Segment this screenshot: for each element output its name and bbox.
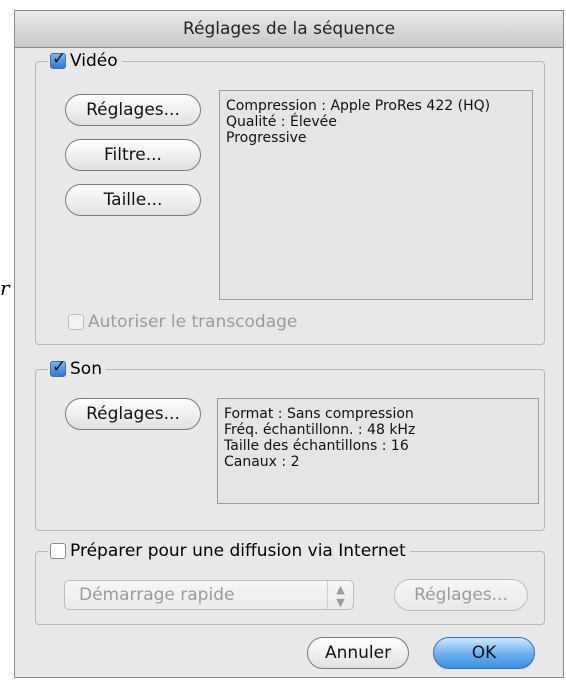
audio-info-line: Taille des échantillons : 16 — [224, 438, 409, 454]
internet-legend[interactable]: Préparer pour une diffusion via Internet — [48, 538, 410, 564]
internet-settings-button[interactable]: Réglages... — [394, 579, 528, 611]
up-down-arrows-icon: ▲ ▼ — [327, 581, 353, 609]
video-info-line: Compression : Apple ProRes 422 (HQ) — [226, 98, 491, 114]
video-filter-button[interactable]: Filtre... — [65, 139, 201, 171]
audio-info-line: Fréq. échantillonn. : 48 kHz — [224, 422, 416, 438]
margin-glyph: r — [0, 276, 10, 300]
video-checkbox[interactable] — [50, 49, 66, 69]
video-info-line: Progressive — [226, 130, 307, 146]
ok-button[interactable]: OK — [433, 637, 535, 669]
video-info-line: Qualité : Élevée — [226, 114, 337, 130]
cancel-button[interactable]: Annuler — [307, 637, 409, 669]
video-info-box: Compression : Apple ProRes 422 (HQ) Qual… — [219, 90, 533, 300]
dialog-title: Réglages de la séquence — [15, 11, 563, 48]
video-label: Vidéo — [70, 51, 118, 71]
video-group: Vidéo Réglages... Filtre... Taille... Co… — [35, 48, 545, 345]
internet-label: Préparer pour une diffusion via Internet — [70, 541, 406, 561]
audio-info-box: Format : Sans compression Fréq. échantil… — [217, 398, 539, 504]
internet-checkbox[interactable] — [50, 543, 66, 559]
transcode-label: Autoriser le transcodage — [88, 312, 298, 332]
audio-info-line: Format : Sans compression — [224, 406, 414, 422]
audio-info-line: Canaux : 2 — [224, 454, 300, 470]
audio-settings-button[interactable]: Réglages... — [65, 398, 201, 430]
streaming-mode-value: Démarrage rapide — [79, 585, 235, 605]
streaming-mode-popup[interactable]: Démarrage rapide ▲ ▼ — [64, 580, 354, 610]
transcode-checkbox[interactable] — [68, 314, 84, 330]
transcode-option[interactable]: Autoriser le transcodage — [68, 312, 297, 332]
video-settings-button[interactable]: Réglages... — [65, 94, 201, 126]
audio-legend[interactable]: Son — [48, 356, 106, 382]
audio-checkbox[interactable] — [50, 357, 66, 377]
audio-group: Son Réglages... Format : Sans compressio… — [35, 356, 545, 531]
sequence-settings-dialog: Réglages de la séquence Vidéo Réglages..… — [14, 10, 564, 678]
internet-group: Préparer pour une diffusion via Internet… — [35, 538, 545, 625]
video-legend[interactable]: Vidéo — [48, 48, 122, 74]
video-size-button[interactable]: Taille... — [65, 184, 201, 216]
audio-label: Son — [70, 359, 102, 379]
